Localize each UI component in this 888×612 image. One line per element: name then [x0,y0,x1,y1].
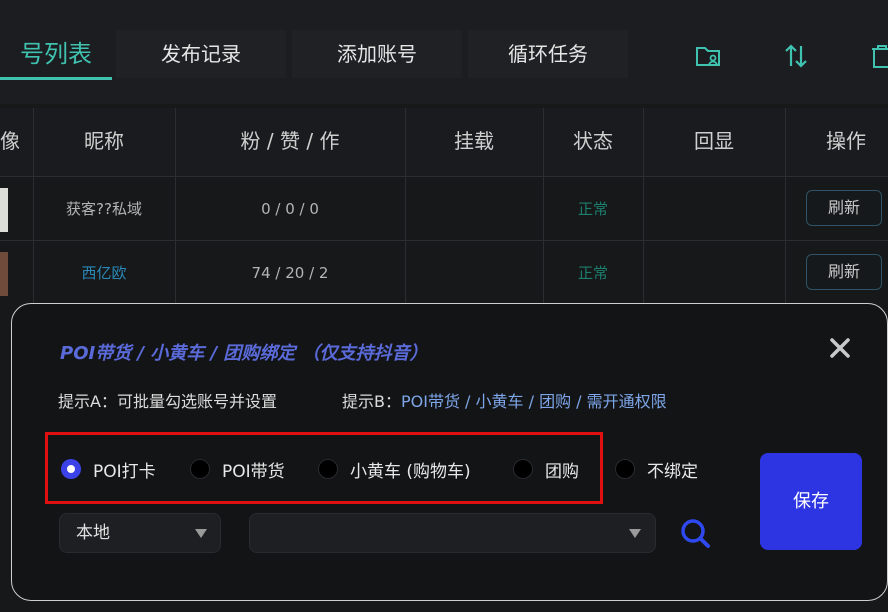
hint-b-value: POI带货 / 小黄车 / 团购 / 需开通权限 [400,392,667,411]
column-header-echo: 回显 [694,129,734,153]
tab-publish-records[interactable]: 发布记录 [116,30,286,78]
poi-select[interactable] [249,513,656,553]
close-icon[interactable] [828,336,852,360]
column-header-nickname: 昵称 [84,129,124,153]
nickname-cell[interactable]: 西亿欧 [34,242,174,304]
radio-poi-goods[interactable]: POI带货 [190,456,285,482]
column-divider [643,108,644,304]
stats-cell: 0 / 0 / 0 [261,200,319,218]
radio-unchecked-icon[interactable] [513,459,533,479]
radio-label: 不绑定 [647,461,698,482]
column-divider [543,108,544,304]
dialog-title: POI带货 / 小黄车 / 团购绑定 （仅支持抖音） [60,343,428,364]
tab-account-list[interactable]: 号列表 [0,30,112,78]
search-icon[interactable] [679,517,711,549]
column-divider [175,108,176,304]
radio-unchecked-icon[interactable] [615,459,635,479]
folder-user-icon[interactable] [694,42,722,70]
avatar [0,188,8,232]
column-header-partial: 像 [0,129,20,153]
active-tab-indicator [0,77,112,80]
radio-no-binding[interactable]: 不绑定 [615,456,698,482]
radio-group-buy[interactable]: 团购 [513,456,579,482]
mount-cell [406,178,542,240]
table-row: 西亿欧 74 / 20 / 2 正常 刷新 [0,242,888,304]
column-divider [405,108,406,304]
column-header-action: 操作 [826,129,866,153]
avatar [0,252,8,296]
radio-checked-icon[interactable] [61,459,81,479]
chevron-down-icon [629,529,641,538]
location-select[interactable]: 本地 [59,513,221,553]
radio-yellow-cart[interactable]: 小黄车 (购物车) [318,456,471,482]
column-header-stats: 粉 / 赞 / 作 [240,129,340,153]
radio-poi-checkin[interactable]: POI打卡 [61,456,156,482]
sort-icon[interactable] [782,42,810,70]
radio-unchecked-icon[interactable] [318,459,338,479]
binding-dialog: POI带货 / 小黄车 / 团购绑定 （仅支持抖音） 提示A：可批量勾选账号并设… [11,303,888,601]
hint-b-label: 提示B： [342,392,401,411]
column-divider [785,108,786,304]
hint-b: 提示B：POI带货 / 小黄车 / 团购 / 需开通权限 [342,388,667,412]
top-tab-bar: 号列表 发布记录 添加账号 循环任务 [0,0,888,104]
tab-loop-tasks[interactable]: 循环任务 [468,30,628,78]
column-divider [33,108,34,304]
echo-cell [644,242,784,304]
status-cell: 正常 [577,264,608,282]
table-header: 像 昵称 粉 / 赞 / 作 挂载 状态 回显 操作 [0,108,888,176]
hint-a: 提示A：可批量勾选账号并设置 [58,392,277,411]
row-divider [0,176,888,177]
row-divider [0,240,888,241]
echo-cell [644,178,784,240]
radio-unchecked-icon[interactable] [190,459,210,479]
stats-cell: 74 / 20 / 2 [251,264,329,282]
location-select-value: 本地 [76,523,110,543]
table-row: 获客??私域 0 / 0 / 0 正常 刷新 [0,178,888,240]
trash-icon[interactable] [868,42,888,70]
refresh-button[interactable]: 刷新 [806,190,882,226]
refresh-button[interactable]: 刷新 [806,254,882,290]
radio-label: 小黄车 (购物车) [350,461,471,482]
tab-add-account[interactable]: 添加账号 [292,30,462,78]
radio-label: 团购 [545,461,579,482]
save-button[interactable]: 保存 [760,453,862,550]
chevron-down-icon [195,529,207,538]
column-header-mount: 挂载 [454,129,494,153]
radio-label: POI打卡 [93,461,156,482]
column-header-status: 状态 [573,129,613,153]
mount-cell [406,242,542,304]
nickname-cell: 获客??私域 [66,200,142,218]
status-cell: 正常 [577,200,608,218]
radio-label: POI带货 [222,461,285,482]
